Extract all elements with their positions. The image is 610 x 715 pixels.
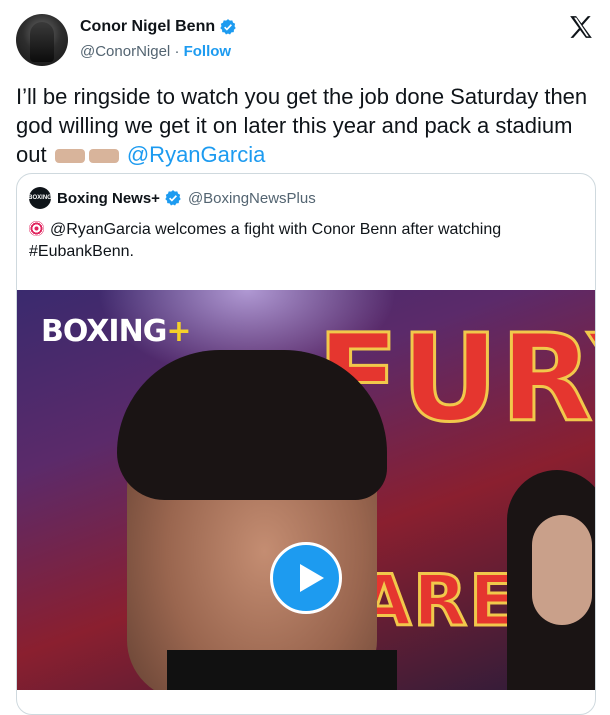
author-name[interactable]: Conor Nigel Benn — [80, 18, 215, 36]
quote-text: @RyanGarcia welcomes a fight with Conor … — [29, 219, 579, 263]
interviewee-hair — [117, 350, 387, 500]
watermark-main: BOXING — [41, 314, 167, 349]
verified-badge-icon — [219, 18, 237, 36]
separator: · — [174, 43, 180, 60]
tweet-card: Conor Nigel Benn @ConorNigel · Follow I’… — [0, 0, 610, 715]
target-icon — [29, 221, 44, 236]
quote-author-handle: @BoxingNewsPlus — [187, 189, 316, 207]
fist-bump-left-icon — [54, 149, 85, 164]
verified-badge-icon — [164, 189, 182, 207]
author-avatar[interactable] — [16, 14, 68, 66]
quoted-tweet[interactable]: BOXING Boxing News+ @BoxingNewsPlus @Rya… — [16, 173, 596, 715]
tweet-text: I’ll be ringside to watch you get the jo… — [16, 82, 594, 169]
play-icon[interactable] — [270, 542, 342, 614]
video-watermark: BOXING+ — [41, 314, 191, 349]
quote-author-name: Boxing News+ — [57, 189, 160, 207]
mention-link[interactable]: @RyanGarcia — [127, 142, 266, 167]
background-person-face — [532, 515, 592, 625]
x-logo-icon[interactable] — [568, 14, 594, 40]
author-name-row: Conor Nigel Benn — [80, 18, 237, 36]
quote-header: BOXING Boxing News+ @BoxingNewsPlus — [28, 187, 316, 209]
watermark-plus: + — [166, 314, 191, 349]
background-sign-bottom: ARE — [356, 559, 519, 644]
fist-bump-right-icon — [88, 149, 119, 164]
quote-body: @RyanGarcia welcomes a fight with Conor … — [29, 221, 502, 260]
quote-avatar: BOXING — [28, 187, 52, 209]
follow-button[interactable]: Follow — [184, 43, 232, 60]
interviewee-jacket — [167, 650, 397, 690]
video-thumbnail[interactable]: FURY ARE BOXING+ — [17, 290, 595, 690]
author-handle-row: @ConorNigel · Follow — [80, 43, 231, 60]
author-handle[interactable]: @ConorNigel — [80, 43, 170, 60]
